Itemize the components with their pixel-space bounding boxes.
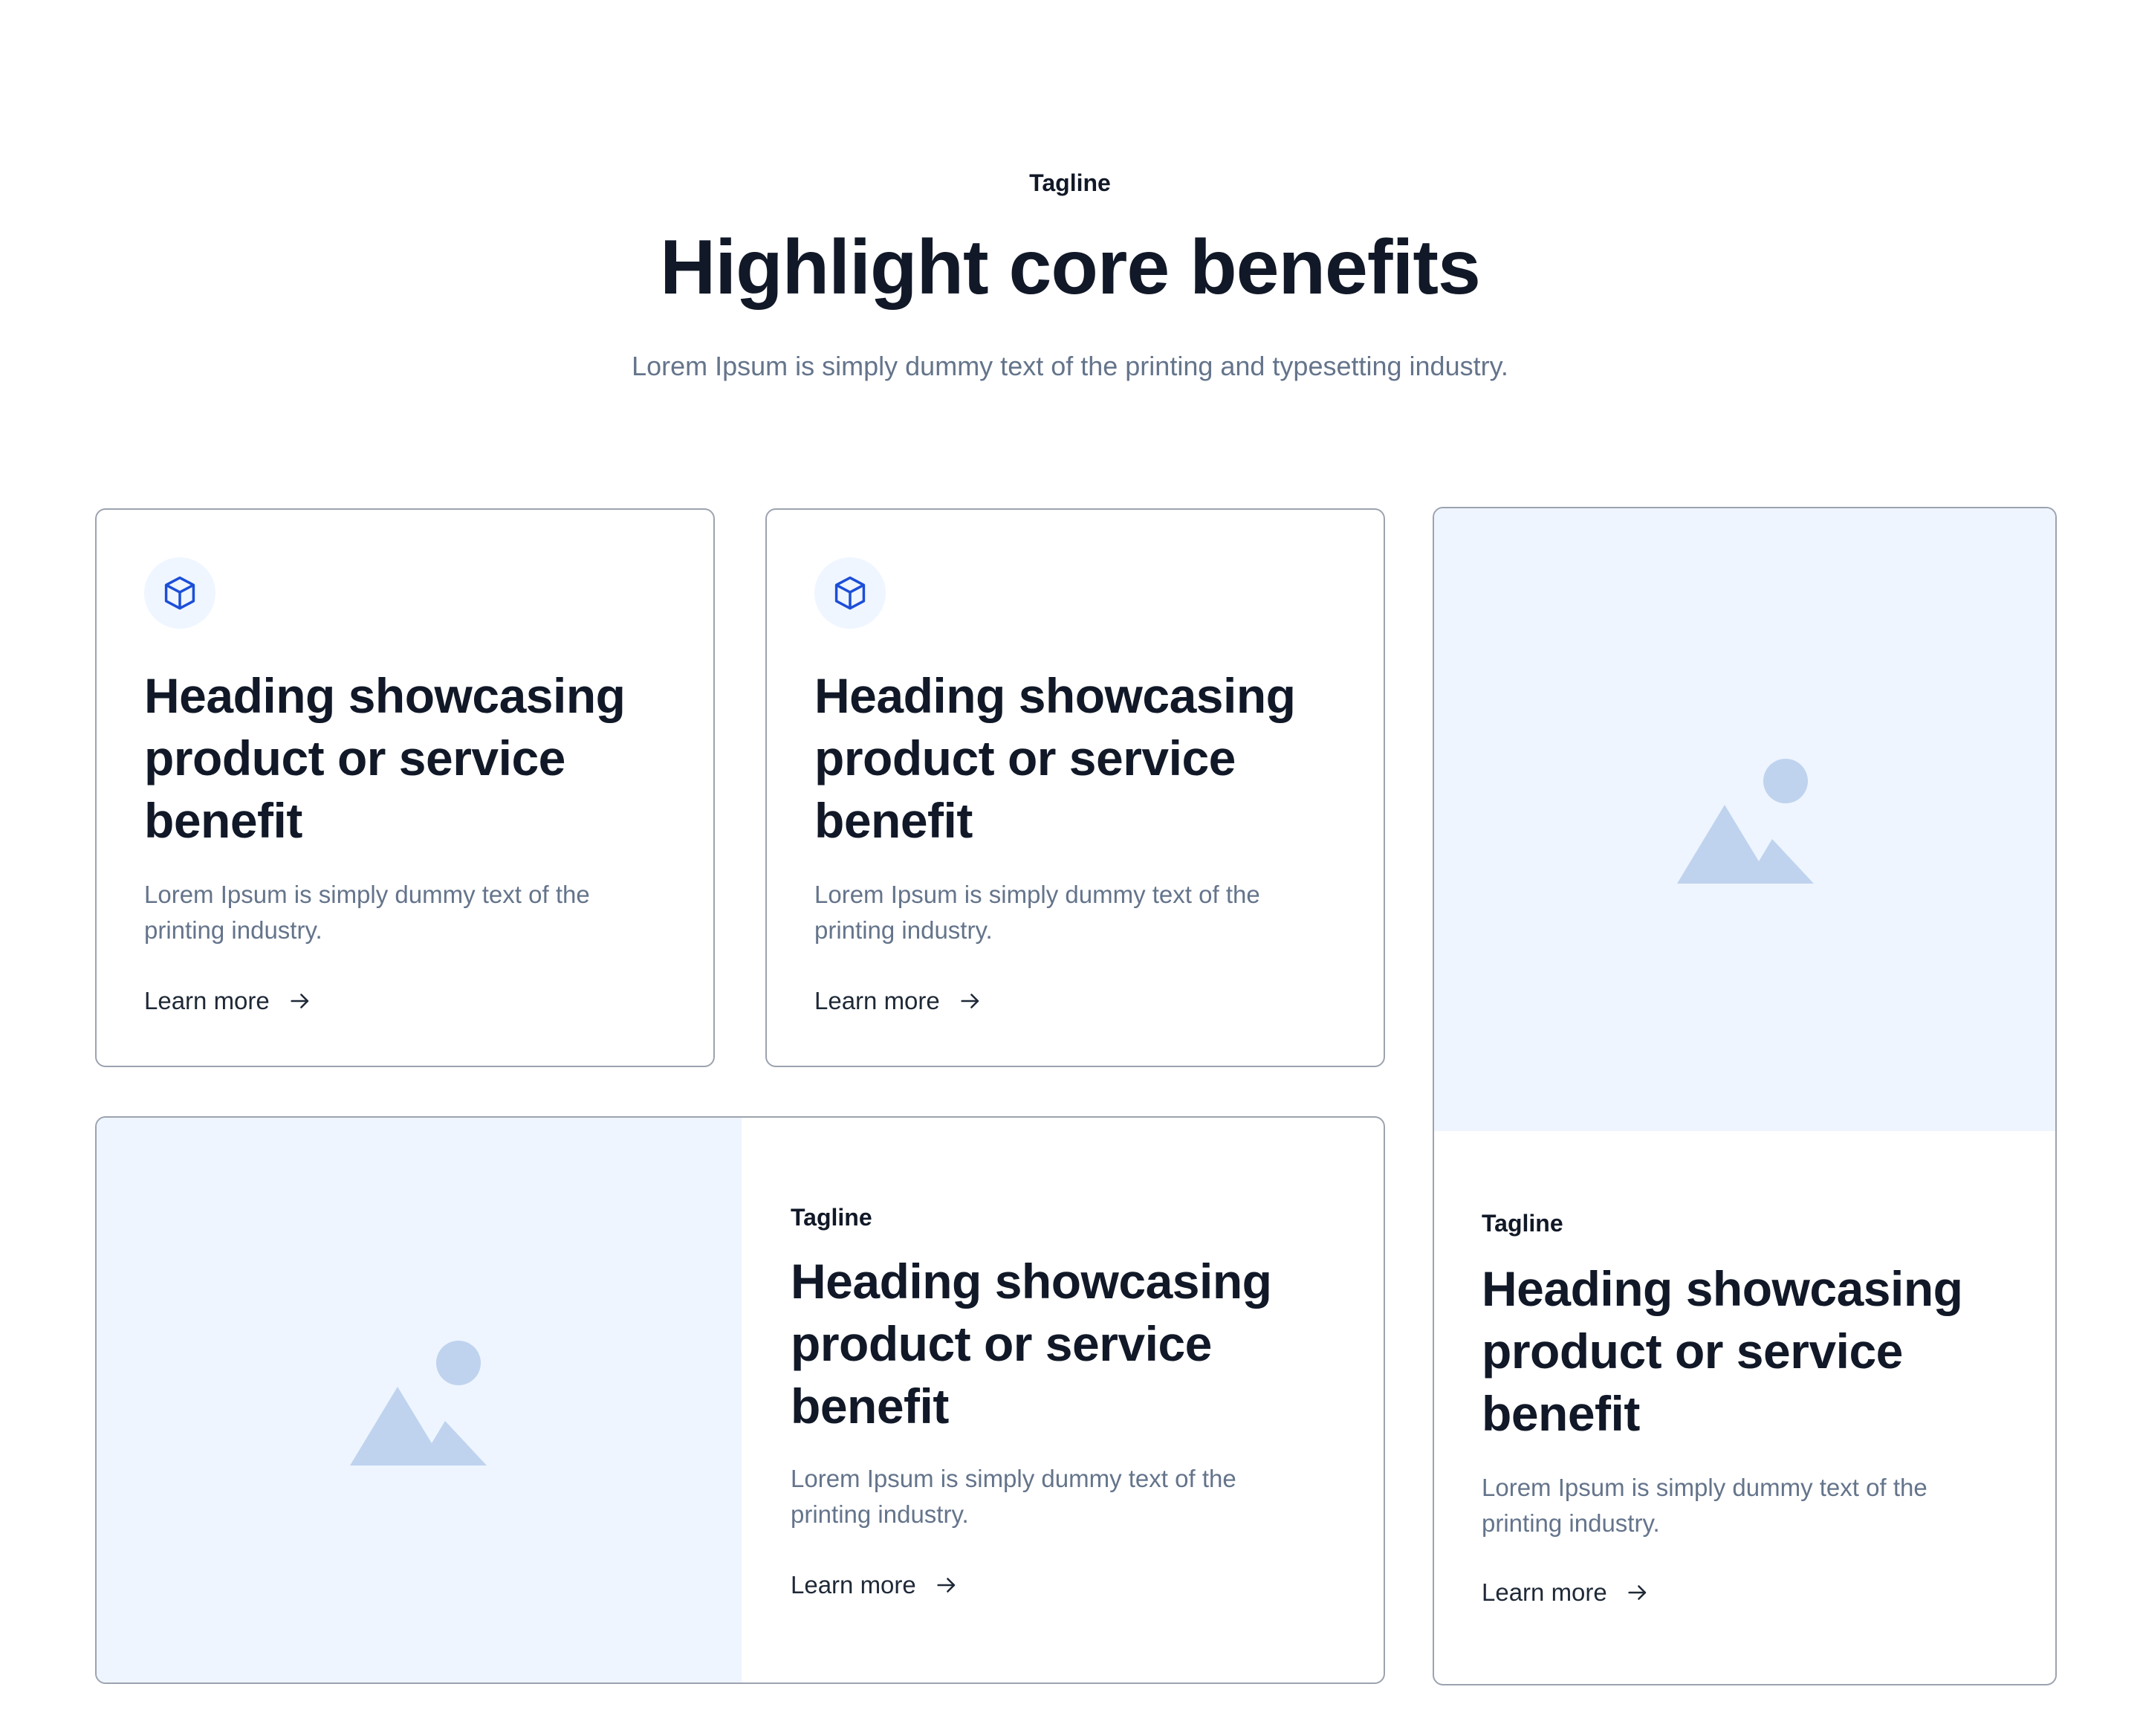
- card-heading: Heading showcasing product or service be…: [144, 668, 626, 848]
- card-description: Lorem Ipsum is simply dummy text of the …: [144, 881, 590, 944]
- learn-more-label: Learn more: [791, 1571, 916, 1599]
- cube-icon: [814, 557, 886, 629]
- arrow-right-icon: [1628, 1585, 1646, 1600]
- card-tagline: Tagline: [1482, 1210, 1563, 1237]
- card-description: Lorem Ipsum is simply dummy text of the …: [791, 1465, 1236, 1528]
- learn-more-link[interactable]: Learn more: [791, 1571, 959, 1599]
- tagline: Tagline: [1029, 169, 1111, 196]
- benefit-card-2: Heading showcasing product or service be…: [765, 508, 1385, 1067]
- card-heading: Heading showcasing product or service be…: [1482, 1261, 1963, 1441]
- benefit-card-1: Heading showcasing product or service be…: [95, 508, 715, 1067]
- page-title: Highlight core benefits: [660, 224, 1481, 311]
- image-placeholder-icon: [350, 1341, 487, 1465]
- card-description: Lorem Ipsum is simply dummy text of the …: [814, 881, 1260, 944]
- arrow-right-icon: [937, 1578, 955, 1593]
- learn-more-label: Learn more: [814, 987, 940, 1014]
- cube-icon: [144, 557, 215, 629]
- image-placeholder: [97, 1118, 742, 1682]
- arrow-right-icon: [291, 994, 308, 1008]
- page-subtitle: Lorem Ipsum is simply dummy text of the …: [632, 351, 1508, 381]
- learn-more-link[interactable]: Learn more: [814, 987, 983, 1015]
- card-heading: Heading showcasing product or service be…: [791, 1254, 1272, 1434]
- learn-more-label: Learn more: [1482, 1578, 1607, 1606]
- learn-more-link[interactable]: Learn more: [1482, 1578, 1650, 1607]
- card-description: Lorem Ipsum is simply dummy text of the …: [1482, 1474, 1927, 1537]
- image-placeholder-icon: [1677, 759, 1814, 884]
- arrow-right-icon: [961, 994, 979, 1008]
- learn-more-label: Learn more: [144, 987, 270, 1014]
- image-placeholder: [1434, 508, 2055, 1131]
- card-tagline: Tagline: [791, 1204, 872, 1231]
- card-heading: Heading showcasing product or service be…: [814, 668, 1296, 848]
- learn-more-link[interactable]: Learn more: [144, 987, 313, 1015]
- benefit-card-4: Tagline Heading showcasing product or se…: [95, 1116, 1385, 1684]
- benefit-card-3: Tagline Heading showcasing product or se…: [1433, 507, 2057, 1685]
